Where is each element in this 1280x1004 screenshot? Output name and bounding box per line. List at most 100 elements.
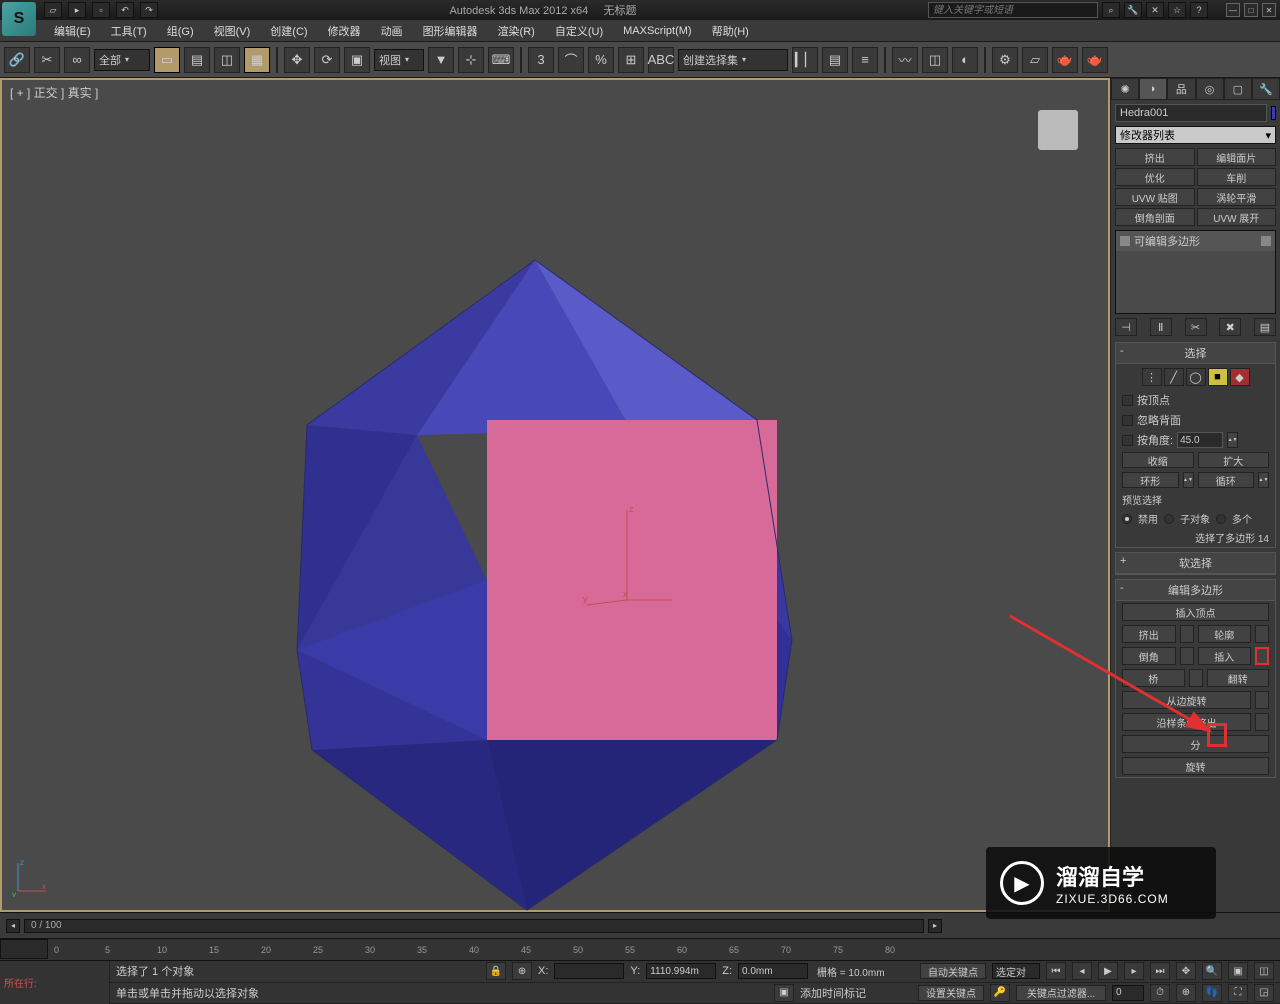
selection-rollout-header[interactable]: -选择 — [1116, 343, 1275, 364]
select-name-icon[interactable]: ▤ — [184, 47, 210, 73]
inset-settings-button[interactable] — [1255, 647, 1269, 665]
modify-tab[interactable]: ◗ — [1139, 78, 1167, 100]
object-name-input[interactable] — [1115, 104, 1267, 122]
stack-editable-poly[interactable]: 可编辑多边形 — [1116, 231, 1275, 251]
edge-subobj-icon[interactable]: ╱ — [1164, 368, 1184, 386]
nav-fov-icon[interactable]: ▣ — [1228, 962, 1248, 980]
percent-snap-icon[interactable]: % — [588, 47, 614, 73]
menu-animation[interactable]: 动画 — [371, 20, 413, 42]
x-coord-field[interactable] — [554, 963, 624, 979]
goto-start-icon[interactable]: ⏮ — [1046, 962, 1066, 980]
maximize-button[interactable]: □ — [1244, 3, 1258, 17]
nav-walk-icon[interactable]: 👣 — [1202, 984, 1222, 1002]
element-subobj-icon[interactable]: ◆ — [1230, 368, 1250, 386]
remove-mod-icon[interactable]: ✖ — [1219, 318, 1241, 336]
object-color-swatch[interactable] — [1271, 106, 1276, 120]
nav-zoom-icon[interactable]: 🔍 — [1202, 962, 1222, 980]
modifier-stack[interactable]: 可编辑多边形 — [1115, 230, 1276, 314]
mod-optimize[interactable]: 优化 — [1115, 168, 1195, 186]
modifier-list-dropdown[interactable]: 修改器列表 — [1115, 126, 1276, 144]
pin-icon[interactable] — [1261, 236, 1271, 246]
snap3-icon[interactable]: 3 — [528, 47, 554, 73]
angle-snap-icon[interactable]: ⌒ — [558, 47, 584, 73]
preview-multi-radio[interactable] — [1216, 514, 1226, 524]
render-prod-icon[interactable]: 🫖 — [1082, 47, 1108, 73]
angle-spinner[interactable]: 45.0 — [1177, 432, 1223, 448]
render-frame-icon[interactable]: ▱ — [1022, 47, 1048, 73]
grow-button[interactable]: 扩大 — [1198, 452, 1270, 468]
manip-icon[interactable]: ⊹ — [458, 47, 484, 73]
move-icon[interactable]: ✥ — [284, 47, 310, 73]
exchange-icon[interactable]: ✕ — [1146, 2, 1164, 18]
key-filters-button[interactable]: 关键点过滤器... — [1016, 985, 1106, 1001]
star-icon[interactable]: ☆ — [1168, 2, 1186, 18]
hinge-settings-button[interactable] — [1255, 691, 1269, 709]
schematic-icon[interactable]: ◫ — [922, 47, 948, 73]
hierarchy-tab[interactable]: 品 — [1167, 78, 1195, 100]
extrude-button[interactable]: 挤出 — [1122, 625, 1176, 643]
nav-orbit-icon[interactable]: ⊕ — [1176, 984, 1196, 1002]
bevel-button[interactable]: 倒角 — [1122, 647, 1176, 665]
mod-turbosmooth[interactable]: 涡轮平滑 — [1197, 188, 1277, 206]
open-icon[interactable]: ▸ — [68, 2, 86, 18]
mod-uvw-map[interactable]: UVW 贴图 — [1115, 188, 1195, 206]
viewcube[interactable] — [1038, 110, 1078, 150]
track-head[interactable] — [0, 939, 48, 959]
minimize-button[interactable]: — — [1226, 3, 1240, 17]
expand-icon[interactable] — [1120, 236, 1130, 246]
soft-selection-header[interactable]: +软选择 — [1116, 553, 1275, 574]
extrude-along-spline-button[interactable]: 沿样条线挤出 — [1122, 713, 1251, 731]
rotate-icon[interactable]: ⟳ — [314, 47, 340, 73]
preview-off-radio[interactable] — [1122, 514, 1132, 524]
mod-uvw-unwrap[interactable]: UVW 展开 — [1197, 208, 1277, 226]
material-icon[interactable]: ◐ — [952, 47, 978, 73]
setkey-button[interactable]: 设置关键点 — [918, 985, 984, 1001]
next-frame-icon[interactable]: ▸ — [1124, 962, 1144, 980]
close-button[interactable]: ✕ — [1262, 3, 1276, 17]
autokey-button[interactable]: 自动关键点 — [920, 963, 986, 979]
make-unique-icon[interactable]: ✂ — [1185, 318, 1207, 336]
nav-min-icon[interactable]: ◲ — [1254, 984, 1274, 1002]
save-icon[interactable]: ▫ — [92, 2, 110, 18]
goto-end-icon[interactable]: ⏭ — [1150, 962, 1170, 980]
menu-edit[interactable]: 编辑(E) — [44, 20, 101, 42]
bevel-settings-button[interactable] — [1180, 647, 1194, 665]
bridge-settings-button[interactable] — [1189, 669, 1203, 687]
named-snap-icon[interactable]: ABC — [648, 47, 674, 73]
mod-bevel-profile[interactable]: 倒角剖面 — [1115, 208, 1195, 226]
extrude-settings-button[interactable] — [1180, 625, 1194, 643]
loop-button[interactable]: 循环 — [1198, 472, 1255, 488]
link-icon[interactable]: 🔗 — [4, 47, 30, 73]
display-tab[interactable]: ▢ — [1224, 78, 1252, 100]
current-frame-field[interactable]: 0 — [1112, 985, 1144, 1001]
mod-edit-patch[interactable]: 编辑面片 — [1197, 148, 1277, 166]
wrench-icon[interactable]: 🔧 — [1124, 2, 1142, 18]
show-result-icon[interactable]: Ⅱ — [1150, 318, 1172, 336]
menu-help[interactable]: 帮助(H) — [702, 20, 759, 42]
time-slider-track[interactable]: 0 / 100 — [24, 919, 924, 933]
ring-spinner[interactable]: ▲▼ — [1183, 472, 1194, 488]
render-setup-icon[interactable]: ⚙ — [992, 47, 1018, 73]
edit-polygons-header[interactable]: -编辑多边形 — [1116, 580, 1275, 601]
menu-render[interactable]: 渲染(R) — [488, 20, 545, 42]
outline-settings-button[interactable] — [1255, 625, 1269, 643]
prev-frame-icon[interactable]: ◂ — [1072, 962, 1092, 980]
by-vertex-checkbox[interactable] — [1122, 395, 1133, 406]
vertex-subobj-icon[interactable]: ⋮ — [1142, 368, 1162, 386]
scale-icon[interactable]: ▣ — [344, 47, 370, 73]
slider-left-icon[interactable]: ◂ — [6, 919, 20, 933]
turn-button[interactable]: 旋转 — [1122, 757, 1269, 775]
menu-group[interactable]: 组(G) — [157, 20, 204, 42]
undo-icon[interactable]: ↶ — [116, 2, 134, 18]
menu-create[interactable]: 创建(C) — [260, 20, 317, 42]
border-subobj-icon[interactable]: ◯ — [1186, 368, 1206, 386]
mod-extrude[interactable]: 挤出 — [1115, 148, 1195, 166]
inset-button[interactable]: 插入 — [1198, 647, 1252, 665]
unlink-icon[interactable]: ✂ — [34, 47, 60, 73]
help-icon[interactable]: ? — [1190, 2, 1208, 18]
preview-subobj-radio[interactable] — [1164, 514, 1174, 524]
menu-graph[interactable]: 图形编辑器 — [413, 20, 488, 42]
extrude-spline-settings-button[interactable] — [1255, 713, 1269, 731]
redo-icon[interactable]: ↷ — [140, 2, 158, 18]
spinner-snap-icon[interactable]: ⊞ — [618, 47, 644, 73]
